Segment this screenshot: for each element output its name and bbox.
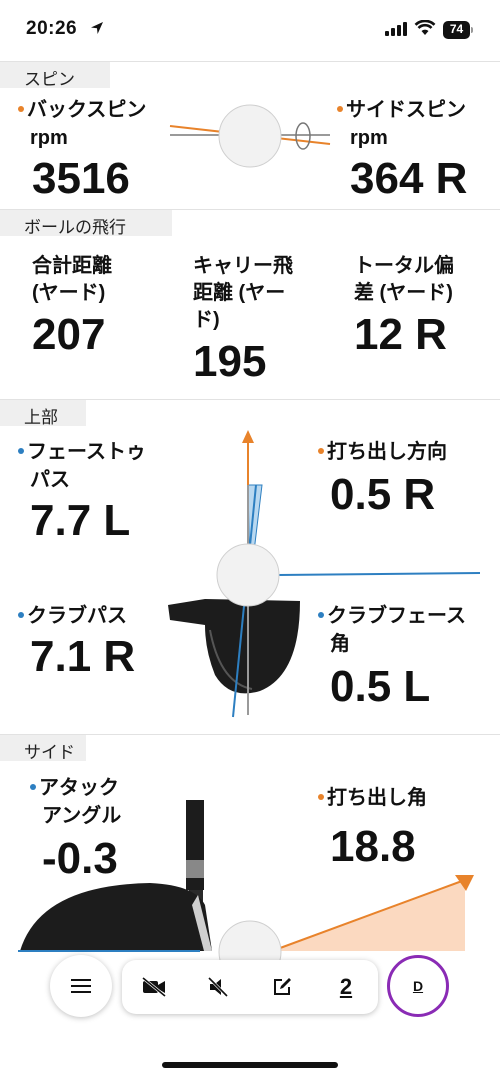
backspin-value: 3516 (32, 154, 130, 203)
face-to-path-label-1: フェーストゥ (18, 438, 146, 466)
edit-icon (274, 978, 291, 995)
attack-angle-value: -0.3 (42, 834, 118, 883)
cellular-signal-icon (385, 22, 407, 36)
video-off-icon (142, 976, 166, 998)
section-header-spin: スピン (0, 62, 110, 89)
home-indicator[interactable] (162, 1062, 338, 1068)
launch-direction-label: 打ち出し方向 (318, 438, 447, 466)
section-header-side: サイド (0, 735, 86, 762)
location-arrow-icon (91, 22, 103, 34)
launch-angle-label: 打ち出し角 (318, 784, 427, 812)
battery-level: 74 (449, 22, 464, 36)
bottom-toolbar: 2 (122, 960, 378, 1014)
orange-dot-icon (18, 105, 24, 112)
total-distance-label-1: 合計距離 (32, 255, 112, 277)
total-offline-label-2: 差 (ヤード) (354, 282, 453, 304)
top-view-graphic (168, 430, 481, 718)
blue-dot-icon (18, 611, 24, 618)
blue-dot-icon (18, 447, 24, 454)
blue-dot-icon (318, 611, 324, 618)
menu-icon (71, 979, 91, 993)
section-header-top: 上部 (0, 400, 86, 427)
face-to-path-label-2: パス (30, 469, 70, 491)
face-angle-label-2: 角 (330, 633, 350, 655)
sidespin-label: サイドスピン (337, 96, 466, 124)
total-offline-value: 12 R (354, 310, 447, 359)
spin-ball-graphic (169, 104, 331, 168)
menu-button[interactable] (50, 955, 112, 1017)
total-offline-label-1: トータル偏 (354, 255, 454, 277)
status-time: 20:26 (26, 18, 78, 39)
carry-distance-label-1: キャリー飛 (193, 255, 293, 277)
carry-distance-label-2: 距離 (ヤー (193, 282, 286, 304)
total-distance-value: 207 (32, 310, 106, 359)
video-toggle-button[interactable] (122, 960, 186, 1014)
face-angle-value: 0.5 L (330, 662, 431, 711)
club-path-label: クラブパス (18, 602, 127, 630)
sidespin-unit: rpm (350, 127, 388, 149)
carry-distance-value: 195 (193, 337, 267, 386)
backspin-label: バックスピン (18, 96, 146, 124)
attack-angle-label-2: アングル (42, 805, 122, 827)
orange-dot-icon (337, 105, 343, 112)
club-select-button[interactable]: D (387, 955, 449, 1017)
battery-icon: 74 (443, 21, 473, 39)
sidespin-value: 364 R (350, 154, 468, 203)
carry-distance-label-3: ド) (193, 309, 220, 331)
backspin-unit: rpm (30, 127, 68, 149)
face-to-path-value: 7.7 L (30, 496, 131, 545)
status-bar: 20:26 74 (0, 0, 500, 60)
mute-toggle-button[interactable] (186, 960, 250, 1014)
blue-dot-icon (30, 783, 36, 790)
launch-angle-value: 18.8 (330, 822, 416, 871)
attack-angle-label-1: アタック (30, 774, 119, 802)
page-number-button[interactable]: 2 (314, 960, 378, 1014)
orange-dot-icon (318, 447, 324, 454)
edit-button[interactable] (250, 960, 314, 1014)
club-path-value: 7.1 R (30, 632, 136, 681)
orange-dot-icon (318, 793, 324, 800)
section-header-flight: ボールの飛行 (0, 210, 172, 237)
launch-direction-value: 0.5 R (330, 470, 436, 519)
mute-icon (207, 976, 229, 998)
wifi-icon (414, 20, 436, 35)
face-angle-label-1: クラブフェース (318, 602, 466, 630)
total-distance-label-2: (ヤード) (32, 282, 106, 304)
